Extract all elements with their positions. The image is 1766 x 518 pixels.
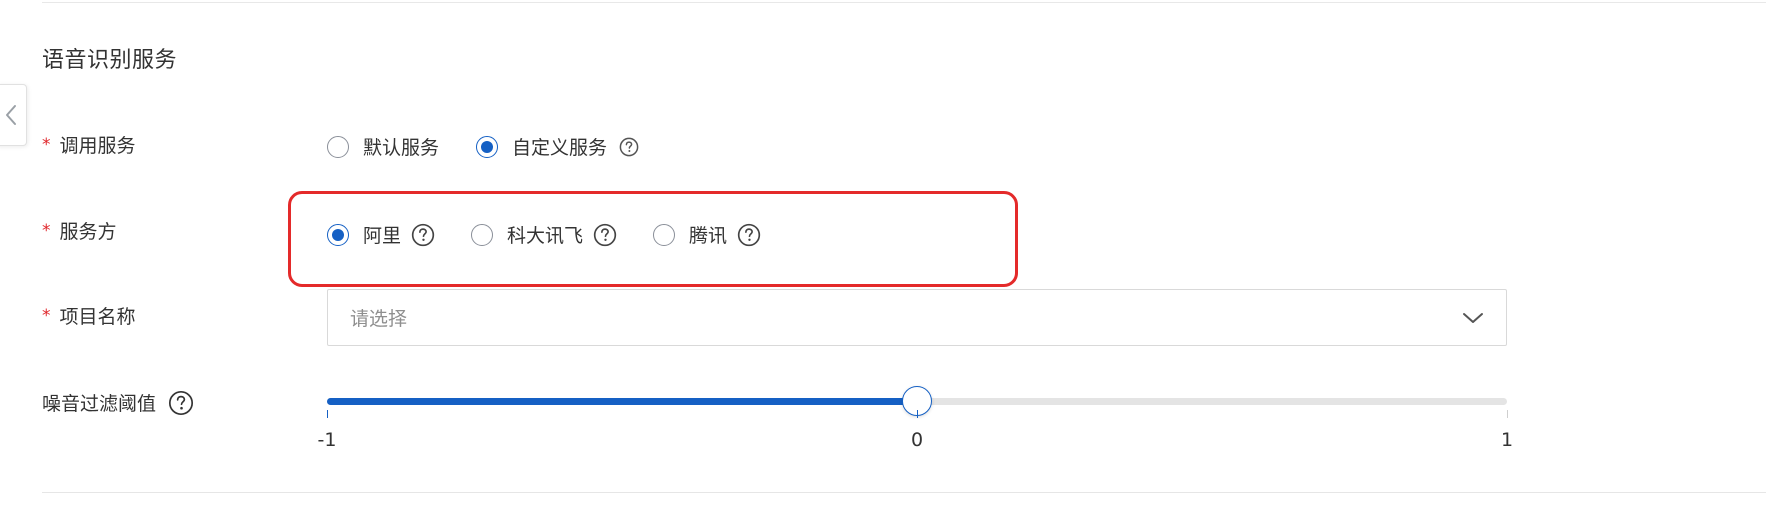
chevron-down-icon <box>1463 312 1483 323</box>
question-circle-icon[interactable] <box>593 223 617 247</box>
radio-button[interactable] <box>327 223 349 246</box>
provider-radio-group: 阿里 科大讯飞 腾讯 <box>327 221 761 248</box>
radio-label: 默认服务 <box>363 137 440 159</box>
question-circle-icon[interactable] <box>411 223 435 247</box>
invoke-service-label-text: 调用服务 <box>59 135 136 157</box>
question-circle-icon[interactable] <box>737 223 761 247</box>
question-circle-icon[interactable] <box>619 137 639 157</box>
select-placeholder: 请选择 <box>350 308 408 330</box>
invoke-service-label: * 调用服务 <box>42 131 136 158</box>
question-circle-icon[interactable] <box>168 390 194 416</box>
radio-provider-tencent[interactable]: 腾讯 <box>653 221 727 248</box>
chevron-left-icon <box>6 105 16 125</box>
project-name-label-text: 项目名称 <box>59 306 136 328</box>
provider-label: * 服务方 <box>42 217 117 244</box>
radio-custom-service[interactable]: 自定义服务 <box>476 133 607 160</box>
noise-threshold-label: 噪音过滤阈值 <box>42 389 194 416</box>
slider-tick <box>326 410 328 418</box>
radio-button[interactable] <box>471 223 494 246</box>
radio-default-service[interactable]: 默认服务 <box>327 133 439 160</box>
radio-button[interactable] <box>327 135 349 158</box>
noise-threshold-label-text: 噪音过滤阈值 <box>42 393 157 415</box>
radio-label: 科大讯飞 <box>507 225 584 247</box>
slider-mark-label: 1 <box>1500 429 1514 451</box>
radio-button[interactable] <box>476 135 499 158</box>
slider-tick <box>916 410 918 418</box>
radio-label: 自定义服务 <box>512 137 608 159</box>
required-mark: * <box>42 134 51 155</box>
project-name-select[interactable]: 请选择 <box>327 289 1507 346</box>
provider-label-text: 服务方 <box>59 221 117 243</box>
radio-button[interactable] <box>653 223 676 246</box>
required-mark: * <box>42 305 51 326</box>
radio-checked-dot <box>481 140 494 153</box>
sidebar-collapse-button[interactable] <box>0 84 27 146</box>
radio-label: 腾讯 <box>689 225 728 247</box>
invoke-service-radio-group: 默认服务 自定义服务 <box>327 133 639 160</box>
radio-label: 阿里 <box>363 225 402 247</box>
slider-mark-label: -1 <box>317 429 337 451</box>
top-divider <box>42 2 1766 3</box>
slider-tick <box>1506 410 1508 418</box>
section-title: 语音识别服务 <box>42 48 178 73</box>
slider-track <box>327 398 917 405</box>
project-name-label: * 项目名称 <box>42 302 136 329</box>
radio-checked-dot <box>332 228 344 241</box>
slider-mark-label: 0 <box>910 429 924 451</box>
required-mark: * <box>42 220 51 241</box>
radio-provider-ali[interactable]: 阿里 <box>327 221 401 248</box>
radio-provider-iflytek[interactable]: 科大讯飞 <box>471 221 583 248</box>
bottom-divider <box>42 492 1766 493</box>
